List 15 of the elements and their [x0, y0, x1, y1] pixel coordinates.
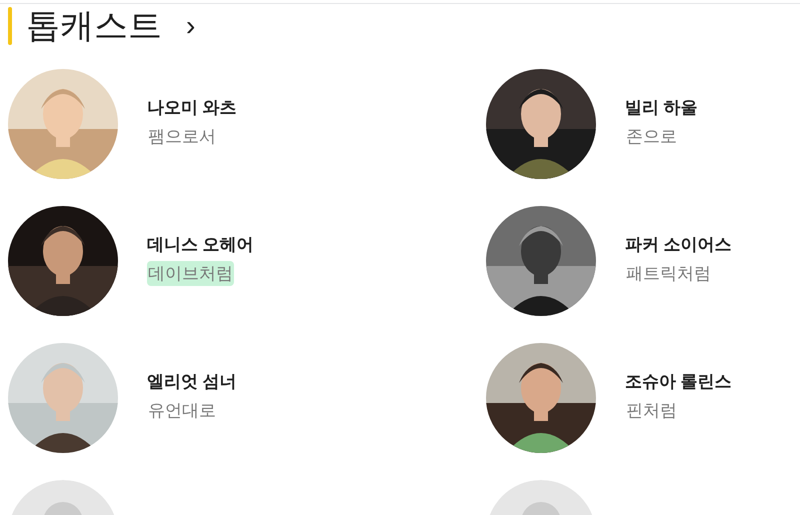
actor-name[interactable]: 나오미 와츠 [147, 95, 237, 120]
actor-name[interactable]: 데니스 오헤어 [147, 232, 254, 258]
actor-name[interactable]: 엘리엇 섬너 [147, 369, 237, 394]
chevron-link[interactable]: › [186, 6, 196, 46]
character-name: 유언대로 [147, 400, 217, 422]
section-title: 톱캐스트 [26, 6, 162, 46]
character-name: 핀처럼 [625, 400, 678, 422]
character-name: 패트릭처럼 [625, 262, 712, 284]
actor-name[interactable]: 빌리 하울 [625, 95, 698, 120]
character-name: 데이브처럼 [147, 260, 234, 286]
actor-name[interactable]: 조슈아 롤린스 [625, 369, 732, 394]
accent-bar [8, 7, 12, 45]
character-name: 존으로 [625, 126, 678, 148]
actor-name[interactable]: 파커 소이어스 [625, 232, 732, 258]
character-name: 팸으로서 [147, 126, 217, 148]
